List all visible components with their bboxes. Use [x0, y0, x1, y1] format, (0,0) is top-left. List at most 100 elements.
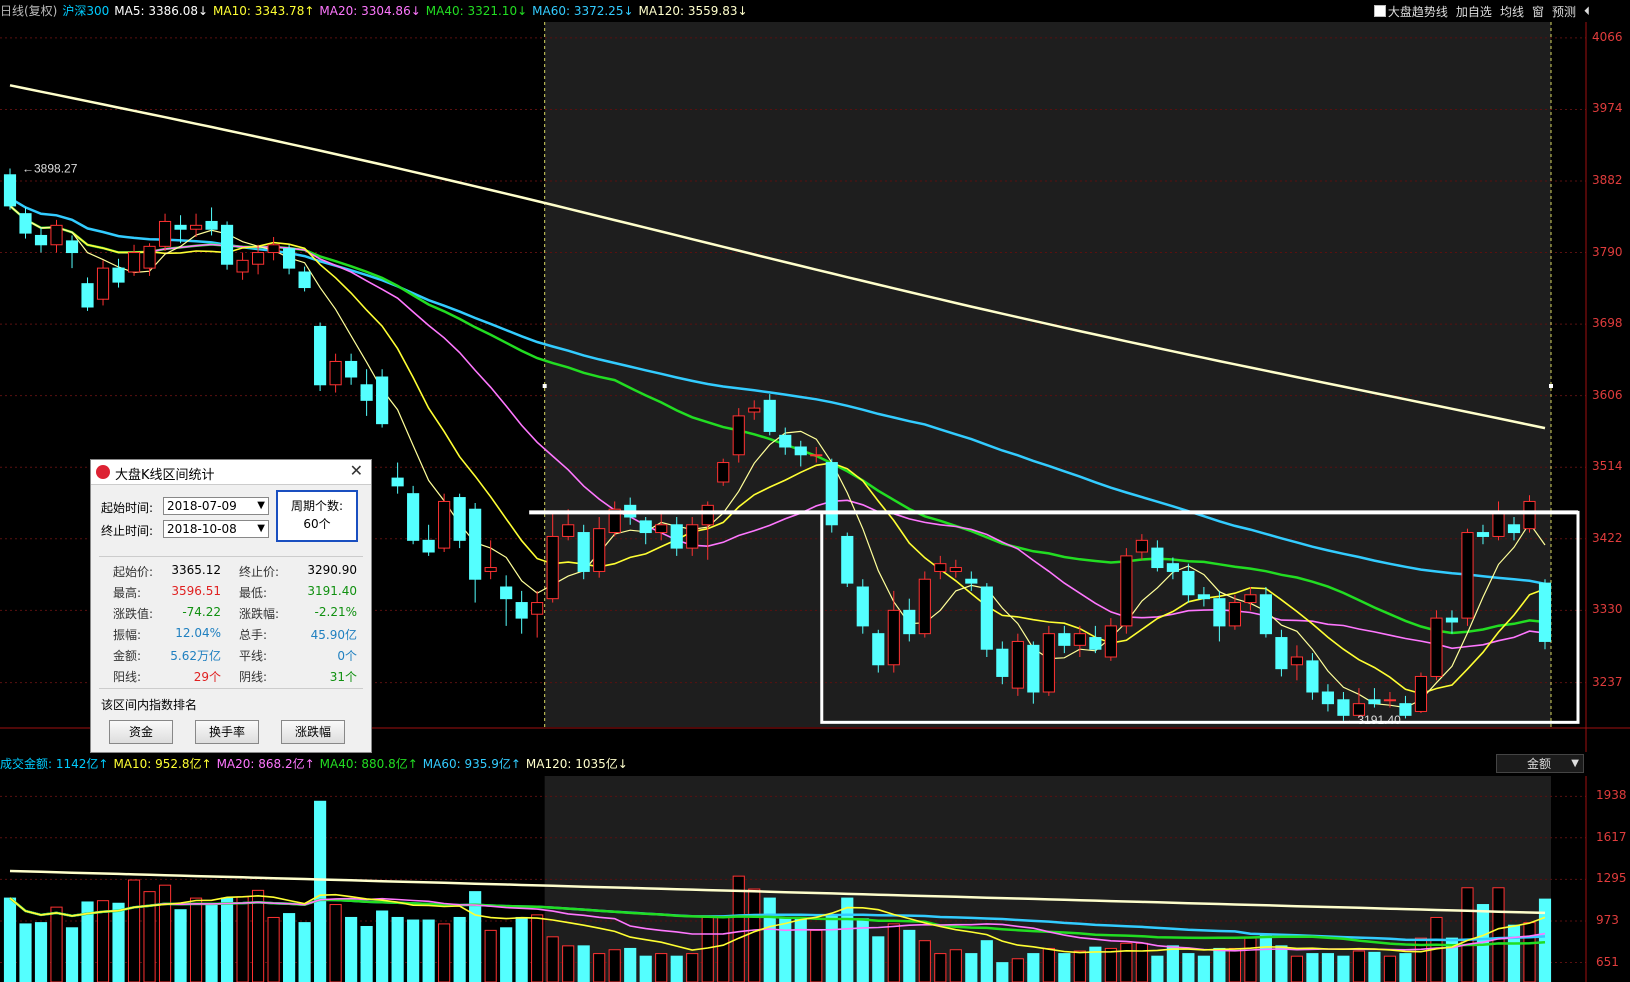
header-item-4: MA20: 3304.86↓ — [319, 4, 421, 18]
volume-bar-1 — [19, 923, 32, 982]
candle-body-80 — [1244, 594, 1257, 604]
close-icon[interactable]: ✕ — [350, 461, 363, 480]
candle-body-66 — [1027, 644, 1040, 693]
volume-bar-94 — [1461, 887, 1474, 982]
period-count-value: 60个 — [303, 517, 331, 531]
candle-body-37 — [577, 532, 590, 572]
volume-bar-7 — [112, 902, 125, 982]
candle-body-11 — [174, 224, 187, 230]
end-date-picker[interactable]: 2018-10-08 ▼ — [163, 520, 269, 538]
candle-body-13 — [205, 220, 218, 230]
volume-bar-15 — [236, 896, 249, 982]
volume-bar-10 — [158, 884, 172, 982]
turnover-button[interactable]: 换手率 — [195, 720, 259, 744]
candle-body-49 — [763, 399, 776, 432]
volume-bar-86 — [1337, 955, 1350, 982]
candle-body-15 — [236, 259, 249, 273]
volume-bar-12 — [189, 897, 203, 982]
volume-bar-46 — [717, 916, 730, 982]
volume-tick-4: 651 — [1596, 954, 1619, 969]
volume-tick-2: 1295 — [1596, 871, 1627, 886]
ma-button[interactable]: 均线 — [1500, 3, 1524, 20]
volume-bar-64 — [996, 962, 1009, 982]
candle-body-75 — [1166, 563, 1179, 572]
start-date-picker[interactable]: 2018-07-09 ▼ — [163, 497, 269, 515]
candle-body-6 — [96, 267, 110, 300]
candle-body-42 — [655, 524, 668, 534]
candle-body-38 — [593, 528, 606, 572]
change-pct-button[interactable]: 涨跌幅 — [281, 720, 345, 744]
candle-body-91 — [1414, 675, 1428, 712]
volume-bar-20 — [314, 800, 327, 982]
volume-bar-68 — [1058, 953, 1071, 982]
header-item-5: MA40: 3321.10↓ — [425, 4, 528, 18]
candle-body-5 — [81, 283, 94, 308]
header-item-2: MA5: 3386.08↓ — [114, 4, 209, 18]
range-stats-dialog: 大盘K线区间统计 ✕ 起始时间: 2018-07-09 ▼ 终止时间: 2018-… — [90, 459, 372, 753]
chevron-down-icon[interactable]: ▼ — [257, 521, 265, 537]
trend-line-toggle[interactable]: 大盘趋势线 — [1373, 3, 1448, 20]
volume-chart[interactable] — [0, 776, 1630, 982]
candle-body-23 — [360, 384, 373, 401]
chevron-down-icon[interactable]: ▼ — [257, 498, 265, 514]
price-tick-7: 3422 — [1592, 530, 1623, 545]
candle-body-0 — [3, 174, 17, 207]
volume-bar-98 — [1523, 922, 1536, 982]
period-count-box: 周期个数: 60个 — [276, 490, 358, 542]
window-button[interactable]: 窗 — [1532, 3, 1544, 20]
candle-body-63 — [980, 586, 993, 650]
header-toolbar: 大盘趋势线 加自选 均线 窗 预测 ⏴ — [1373, 0, 1590, 22]
candle-body-32 — [500, 586, 513, 600]
forecast-button[interactable]: 预测 — [1552, 3, 1576, 20]
volume-bar-40 — [624, 947, 637, 982]
candle-body-9 — [143, 245, 156, 269]
candle-body-90 — [1399, 703, 1412, 716]
volume-header-item-4: MA60: 935.9亿↑ — [422, 757, 521, 771]
volume-bar-31 — [484, 929, 497, 982]
candle-body-18 — [283, 248, 296, 269]
volume-bar-66 — [1027, 953, 1040, 982]
volume-bar-79 — [1228, 947, 1241, 982]
add-watchlist-button[interactable]: 加自选 — [1456, 3, 1492, 20]
volume-bar-81 — [1259, 935, 1272, 982]
stat-value-8: 5.62万亿 — [170, 649, 221, 663]
candle-body-64 — [996, 648, 1009, 677]
volume-bar-19 — [298, 922, 311, 982]
dialog-titlebar[interactable]: 大盘K线区间统计 ✕ — [91, 460, 371, 485]
volume-bar-53 — [825, 914, 838, 982]
candle-body-41 — [639, 520, 652, 534]
stat-value-0: 3365.12 — [171, 563, 221, 577]
volume-bar-71 — [1104, 947, 1117, 982]
volume-type-select[interactable]: 金额 ▼ — [1496, 754, 1584, 773]
candle-body-88 — [1368, 699, 1381, 705]
price-axis: 4066 3974 3882 3790 3698 3606 3514 3422 3330 3237 — [1586, 22, 1630, 752]
volume-bar-2 — [34, 922, 48, 982]
candle-body-28 — [438, 500, 451, 549]
volume-tick-3: 973 — [1596, 912, 1619, 927]
candle-body-55 — [856, 586, 869, 627]
volume-tick-0: 1938 — [1596, 788, 1627, 803]
price-tick-6: 3514 — [1592, 459, 1623, 474]
volume-bar-45 — [701, 916, 714, 982]
checkbox-icon[interactable] — [1373, 4, 1386, 17]
volume-header: 成交金额: 1142亿↑ MA10: 952.8亿↑ MA20: 868.2亿↑ MA… — [0, 752, 1630, 776]
volume-bar-41 — [639, 955, 652, 982]
stat-label-8: 金额: — [113, 649, 142, 663]
candle-body-96 — [1492, 512, 1505, 537]
volume-bar-27 — [422, 919, 435, 982]
volume-bar-36 — [562, 945, 575, 982]
volume-bar-65 — [1011, 958, 1024, 982]
volume-bar-21 — [329, 904, 342, 982]
volume-bar-28 — [438, 923, 451, 982]
candle-body-94 — [1461, 532, 1474, 619]
stat-label-0: 起始价: — [113, 565, 154, 579]
fund-button[interactable]: 资金 — [109, 720, 173, 744]
candle-body-70 — [1089, 637, 1102, 650]
header-item-3: MA10: 3343.78↑ — [213, 4, 315, 18]
volume-header-item-5: MA120: 1035亿↓ — [525, 757, 628, 771]
stat-value-3: 3191.40 — [307, 584, 357, 598]
candle-body-21 — [329, 360, 342, 386]
candle-body-60 — [934, 563, 947, 572]
candle-body-25 — [391, 477, 404, 487]
double-chevron-left-icon[interactable]: ⏴ — [1584, 4, 1590, 19]
